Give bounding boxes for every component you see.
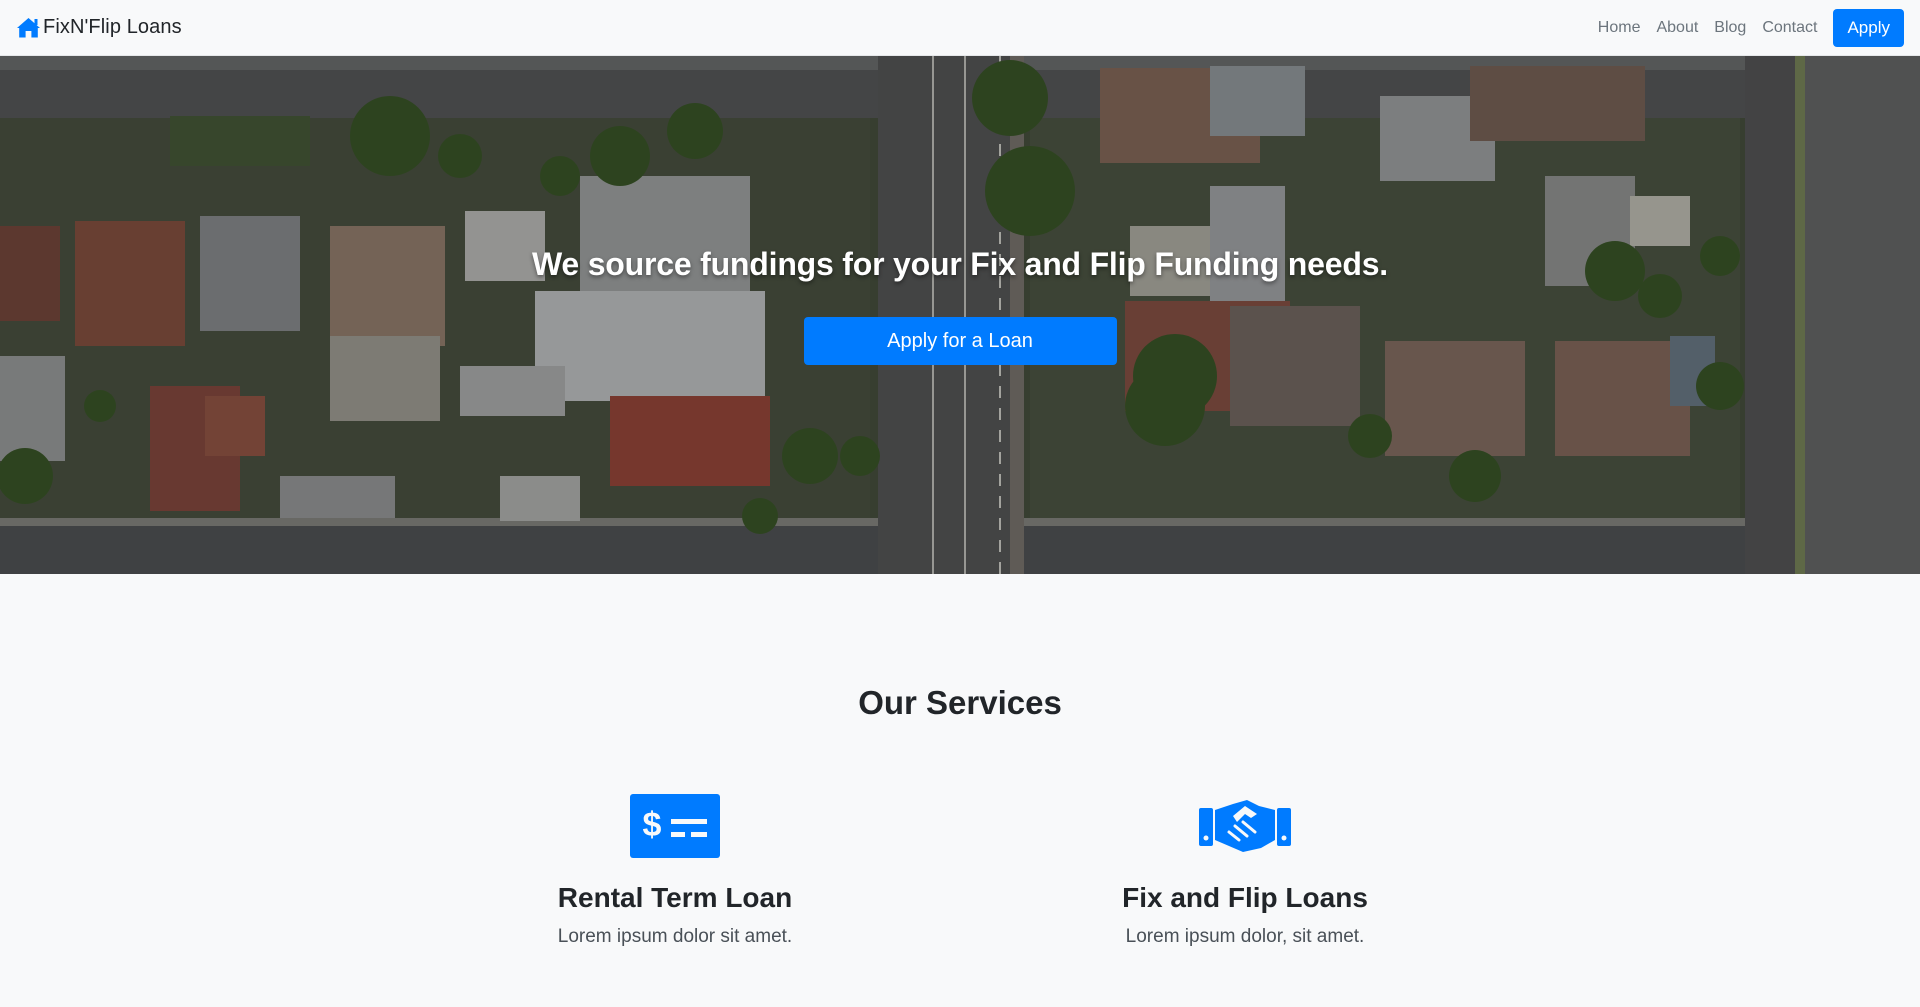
nav-links: Home About Blog Contact Apply	[1590, 8, 1904, 47]
home-icon	[16, 17, 41, 39]
service-description: Lorem ipsum dolor sit amet.	[557, 926, 793, 947]
apply-button[interactable]: Apply	[1833, 8, 1904, 47]
nav-about-link[interactable]: About	[1648, 16, 1706, 40]
brand-link[interactable]: FixN'Flip Loans	[16, 16, 182, 39]
hero-content: We source fundings for your Fix and Flip…	[0, 56, 1920, 574]
svg-text:$: $	[643, 806, 662, 844]
hero-title: We source fundings for your Fix and Flip…	[531, 246, 1388, 282]
service-rental-term-loan: $ Rental Term Loan Lorem ipsum dolor sit…	[475, 794, 875, 948]
service-title: Fix and Flip Loans	[1122, 882, 1368, 913]
service-title: Rental Term Loan	[557, 882, 793, 913]
hero-section: We source fundings for your Fix and Flip…	[0, 56, 1920, 574]
nav-blog-link[interactable]: Blog	[1706, 16, 1754, 40]
services-section: Our Services $ Rental Term Loan Lorem ip…	[0, 574, 1920, 1007]
navbar: FixN'Flip Loans Home About Blog Contact …	[0, 0, 1920, 56]
nav-home-link[interactable]: Home	[1590, 16, 1649, 40]
brand-name: FixN'Flip Loans	[43, 16, 182, 38]
services-title: Our Services	[858, 684, 1062, 721]
money-check-icon: $	[629, 794, 721, 858]
handshake-icon	[1199, 794, 1291, 858]
service-fix-and-flip-loans: Fix and Flip Loans Lorem ipsum dolor, si…	[1045, 794, 1445, 948]
service-description: Lorem ipsum dolor, sit amet.	[1125, 926, 1365, 947]
nav-contact-link[interactable]: Contact	[1754, 16, 1825, 40]
apply-for-loan-button[interactable]: Apply for a Loan	[803, 317, 1117, 365]
